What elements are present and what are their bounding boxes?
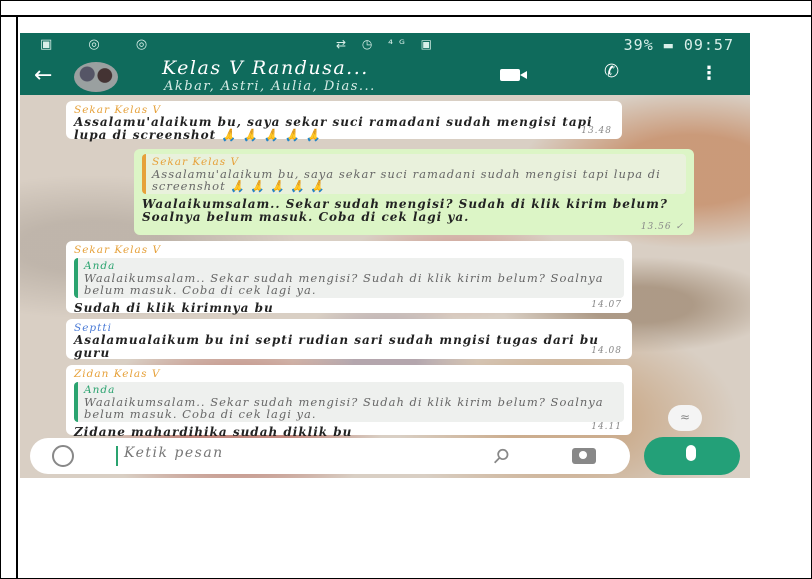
emoji-icon[interactable]: [52, 445, 74, 467]
clock: 09:57: [683, 36, 734, 54]
message-time: 14.08: [591, 346, 622, 356]
more-icon[interactable]: ⋮: [700, 63, 718, 84]
message-text: Assalamu'alaikum bu, saya sekar suci ram…: [74, 115, 593, 142]
message-bubble[interactable]: Zidan Kelas V Anda Waalaikumsalam.. Seka…: [66, 365, 632, 439]
message-input-placeholder[interactable]: Ketik pesan: [124, 445, 224, 461]
back-arrow-icon[interactable]: ←: [34, 63, 52, 88]
message-text: Sudah di klik kirimnya bu: [74, 301, 274, 315]
quoted-text: Waalaikumsalam.. Sekar sudah mengisi? Su…: [84, 271, 604, 297]
frame-left-border: [16, 16, 18, 579]
status-left-icons: ▣ ◎ ◎: [40, 37, 164, 52]
quoted-text: Waalaikumsalam.. Sekar sudah mengisi? Su…: [84, 395, 604, 421]
status-right: 39% ▬ 09:57: [624, 36, 734, 54]
quoted-message[interactable]: Anda Waalaikumsalam.. Sekar sudah mengis…: [74, 382, 624, 422]
battery-icon: ▬: [663, 36, 674, 54]
message-time: 14.11: [591, 422, 622, 432]
phone-icon[interactable]: ✆: [604, 61, 619, 82]
video-call-icon[interactable]: [500, 69, 527, 81]
message-time: 14.07: [591, 300, 622, 310]
message-sender: Sekar Kelas V: [74, 244, 162, 256]
whatsapp-screenshot: ▣ ◎ ◎ ⇄ ◷ ⁴ᴳ ▣ 39% ▬ 09:57 ← Kelas V Ran…: [20, 33, 750, 478]
quoted-text: Assalamu'alaikum bu, saya sekar suci ram…: [152, 167, 661, 193]
text-caret: [116, 446, 118, 466]
quoted-message[interactable]: Anda Waalaikumsalam.. Sekar sudah mengis…: [74, 258, 624, 298]
message-text: Waalaikumsalam.. Sekar sudah mengisi? Su…: [142, 197, 668, 224]
message-bubble[interactable]: Sekar Kelas V Anda Waalaikumsalam.. Seka…: [66, 241, 632, 315]
message-time: 13.56 ✓: [640, 222, 684, 232]
camera-icon[interactable]: [572, 448, 596, 464]
message-input-bar[interactable]: Ketik pesan ⚲: [30, 438, 630, 474]
scroll-down-button[interactable]: ≈: [668, 405, 702, 431]
message-text: Asalamualaikum bu ini septi rudian sari …: [74, 333, 599, 360]
group-avatar[interactable]: [74, 62, 118, 92]
message-bubble[interactable]: Sekar Kelas V Assalamu'alaikum bu, saya …: [66, 101, 622, 142]
frame-divider: [0, 15, 812, 17]
group-title[interactable]: Kelas V Randusa...: [162, 57, 369, 79]
message-bubble-outgoing[interactable]: Sekar Kelas V Assalamu'alaikum bu, saya …: [134, 149, 694, 235]
mic-button[interactable]: [644, 437, 740, 475]
group-members[interactable]: Akbar, Astri, Aulia, Dias...: [164, 79, 376, 94]
status-middle-icons: ⇄ ◷ ⁴ᴳ ▣: [336, 37, 438, 51]
message-sender: Zidan Kelas V: [74, 368, 161, 380]
status-bar: ▣ ◎ ◎ ⇄ ◷ ⁴ᴳ ▣ 39% ▬ 09:57: [20, 33, 750, 59]
message-time: 13.48: [581, 126, 612, 136]
quoted-message[interactable]: Sekar Kelas V Assalamu'alaikum bu, saya …: [142, 154, 686, 194]
mic-icon: [686, 445, 696, 461]
attach-icon[interactable]: ⚲: [488, 442, 515, 469]
chat-header: ← Kelas V Randusa... Akbar, Astri, Aulia…: [20, 57, 750, 95]
battery-percent: 39%: [623, 36, 654, 54]
message-bubble[interactable]: Septti Asalamualaikum bu ini septi rudia…: [66, 319, 632, 360]
